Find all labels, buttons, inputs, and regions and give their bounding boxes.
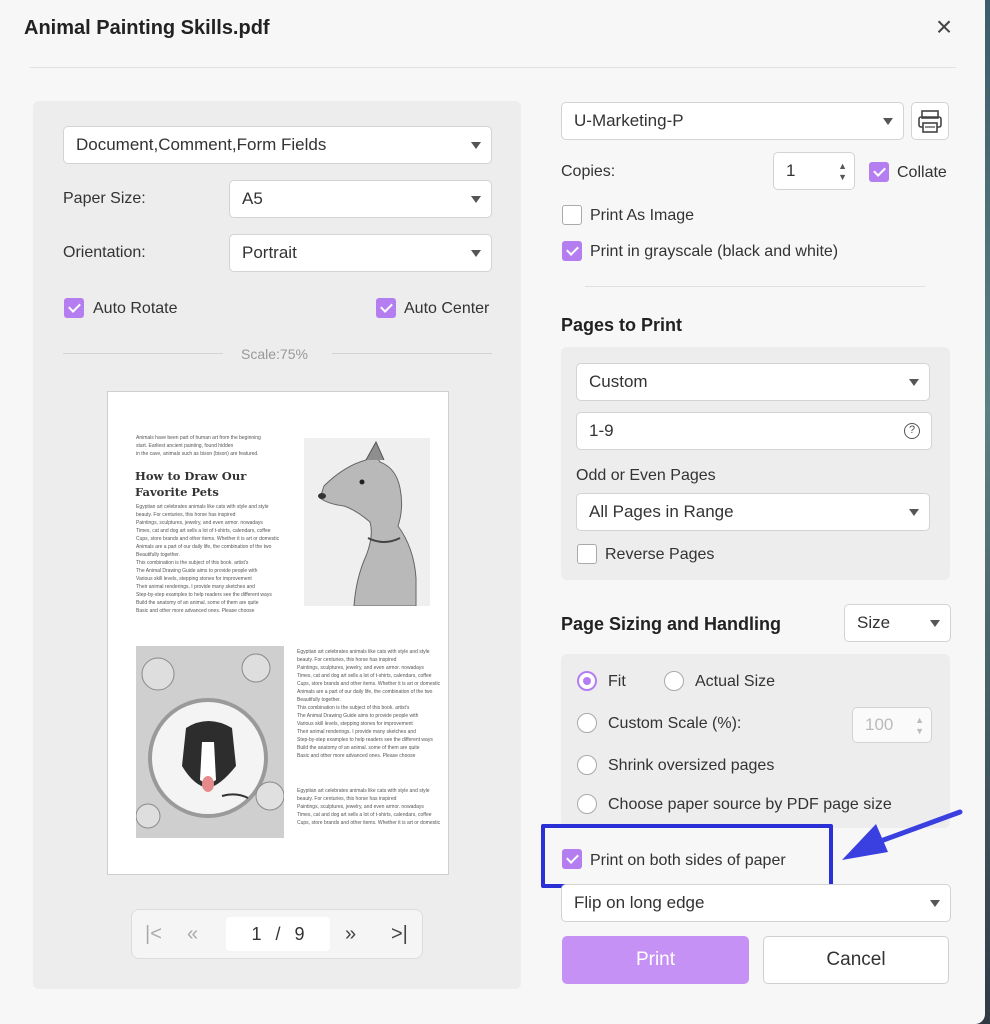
first-page-icon[interactable]: |< [145, 922, 162, 946]
orientation-value: Portrait [242, 243, 297, 262]
scale-text: Scale:75% [241, 346, 308, 362]
grayscale-label: Print in grayscale (black and white) [590, 243, 839, 260]
content-select-value: Document,Comment,Form Fields [76, 135, 327, 154]
chevron-down-icon [883, 118, 893, 125]
content-select[interactable]: Document,Comment,Form Fields [63, 126, 492, 164]
reverse-pages-label: Reverse Pages [605, 546, 715, 563]
printer-icon [918, 110, 942, 133]
scale-divider-right [332, 353, 492, 354]
chevron-down-icon [471, 196, 481, 203]
copies-stepper[interactable]: 1 ▲ ▼ [773, 152, 855, 190]
pages-to-print-title: Pages to Print [561, 315, 683, 335]
chevron-down-icon [471, 250, 481, 257]
background-edge [985, 0, 990, 1024]
embroidery-dog-image [136, 646, 284, 838]
scale-divider-left [63, 353, 223, 354]
page-sizing-title: Page Sizing and Handling [561, 614, 782, 634]
cancel-button[interactable]: Cancel [763, 936, 949, 984]
help-icon[interactable]: ? [904, 423, 920, 439]
printer-select[interactable]: U-Marketing-P [561, 102, 904, 140]
paper-size-label: Paper Size: [63, 190, 146, 207]
actual-size-radio[interactable] [664, 671, 684, 691]
intro-text: Animals have been part of human art from… [136, 435, 261, 457]
flip-select[interactable]: Flip on long edge [561, 884, 951, 922]
highlight-box [541, 824, 833, 888]
print-dialog: Animal Painting Skills.pdf × Document,Co… [0, 0, 985, 1024]
collate-checkbox[interactable] [869, 162, 889, 182]
close-icon[interactable]: × [930, 13, 958, 42]
page-range-value: 1-9 [589, 421, 614, 440]
pages-mode-value: Custom [589, 372, 648, 391]
chevron-down-icon [930, 900, 940, 907]
reverse-pages-checkbox[interactable] [577, 544, 597, 564]
grayscale-checkbox[interactable] [562, 241, 582, 261]
flip-value: Flip on long edge [574, 893, 705, 912]
print-as-image-checkbox[interactable] [562, 205, 582, 225]
page-preview: Animals have been part of human art from… [107, 391, 449, 875]
odd-even-value: All Pages in Range [589, 502, 734, 521]
custom-scale-radio[interactable] [577, 713, 597, 733]
preview-heading: How to Draw Our Favorite Pets [135, 469, 247, 499]
right-divider [585, 286, 925, 287]
last-page-icon[interactable]: >| [391, 922, 408, 946]
custom-scale-value: 100 [865, 715, 894, 734]
stepper-arrows-icon[interactable]: ▲ ▼ [838, 161, 847, 183]
copies-label: Copies: [561, 163, 616, 180]
auto-rotate-label: Auto Rotate [93, 300, 178, 317]
fit-radio[interactable] [577, 671, 597, 691]
sizing-select-value: Size [857, 613, 891, 632]
odd-even-label: Odd or Even Pages [576, 467, 716, 484]
collate-label: Collate [897, 164, 947, 181]
shrink-label: Shrink oversized pages [608, 757, 775, 774]
auto-center-label: Auto Center [404, 300, 490, 317]
page-separator: / [275, 923, 281, 944]
custom-scale-label: Custom Scale (%): [608, 715, 742, 732]
title-divider [30, 67, 956, 68]
odd-even-select[interactable]: All Pages in Range [576, 493, 930, 531]
chevron-down-icon [909, 379, 919, 386]
auto-rotate-checkbox[interactable] [64, 298, 84, 318]
fit-label: Fit [608, 673, 626, 690]
chevron-down-icon [930, 620, 940, 627]
preview-paragraph-1: Egyptian art celebrates animals like cat… [136, 504, 280, 614]
page-number-input[interactable]: 1 / 9 [226, 917, 330, 951]
printer-value: U-Marketing-P [574, 111, 684, 130]
paper-source-radio[interactable] [577, 794, 597, 814]
next-page-icon[interactable]: » [345, 922, 356, 946]
auto-center-checkbox[interactable] [376, 298, 396, 318]
custom-scale-input[interactable]: 100 ▲ ▼ [852, 707, 932, 743]
previous-page-icon[interactable]: « [187, 922, 198, 946]
page-range-input[interactable]: 1-9 ? [576, 412, 932, 450]
shrink-radio[interactable] [577, 755, 597, 775]
sizing-select[interactable]: Size [844, 604, 951, 642]
preview-paragraph-3: Egyptian art celebrates animals like cat… [297, 788, 441, 826]
chevron-down-icon [909, 509, 919, 516]
pages-mode-select[interactable]: Custom [576, 363, 930, 401]
chevron-down-icon [471, 142, 481, 149]
total-pages: 9 [294, 923, 305, 944]
preview-paragraph-2: Egyptian art celebrates animals like cat… [297, 649, 441, 759]
dialog-title: Animal Painting Skills.pdf [24, 17, 270, 39]
print-as-image-label: Print As Image [590, 207, 695, 224]
arrow-annotation-icon [842, 809, 963, 860]
paper-size-value: A5 [242, 189, 263, 208]
copies-value: 1 [786, 161, 796, 180]
printer-properties-button[interactable] [911, 102, 949, 140]
page-navigator: |< « 1 / 9 » >| [131, 909, 423, 959]
actual-size-label: Actual Size [695, 673, 776, 690]
paper-size-select[interactable]: A5 [229, 180, 492, 218]
dog-sketch-image [304, 438, 430, 606]
print-button[interactable]: Print [562, 936, 749, 984]
current-page: 1 [251, 923, 262, 944]
stepper-arrows-icon[interactable]: ▲ ▼ [915, 715, 924, 737]
orientation-select[interactable]: Portrait [229, 234, 492, 272]
orientation-label: Orientation: [63, 244, 146, 261]
